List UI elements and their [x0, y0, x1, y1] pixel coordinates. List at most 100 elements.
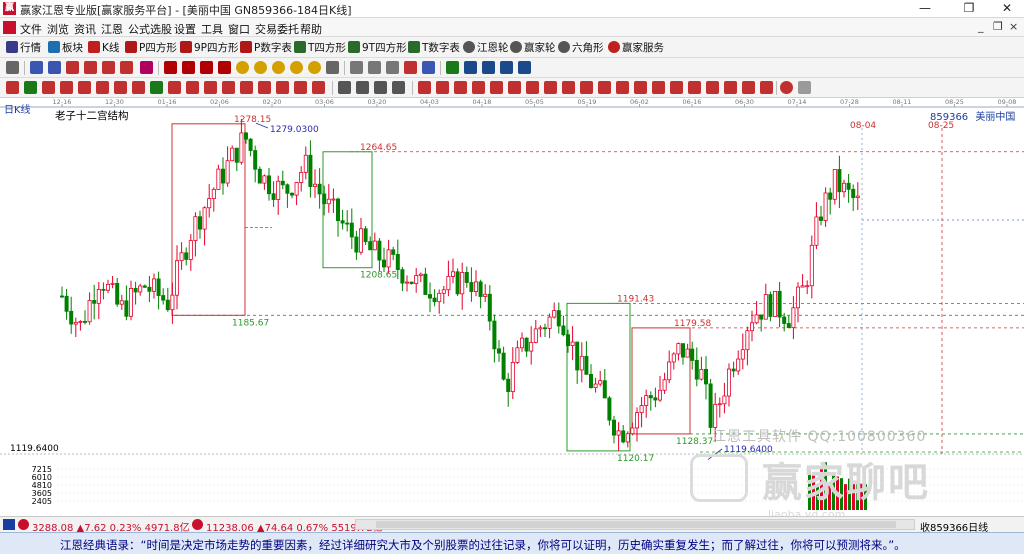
grid-tool-icon[interactable] [222, 81, 235, 94]
line-tool-icon[interactable] [6, 81, 19, 94]
candle-down-icon[interactable] [102, 61, 115, 74]
zoom-in-icon[interactable] [236, 61, 249, 74]
candle-up-icon[interactable] [84, 61, 97, 74]
diamond-icon[interactable] [272, 61, 285, 74]
record-icon[interactable] [780, 81, 793, 94]
time-icon[interactable] [276, 81, 289, 94]
menu-tools[interactable]: 工具 [201, 21, 223, 37]
menu-gann[interactable]: 江恩 [101, 21, 123, 37]
open-icon[interactable] [482, 61, 495, 74]
flag-icon[interactable] [140, 61, 153, 74]
prev-icon[interactable] [182, 61, 195, 74]
arrow-icon[interactable] [386, 61, 399, 74]
toolbar-p-square[interactable]: P四方形 [125, 40, 177, 55]
menu-formula-screening[interactable]: 公式选股 [128, 21, 172, 37]
ruler-icon[interactable] [392, 81, 405, 94]
kline-chart-panel[interactable]: 12-16 12-30 01-16 02-06 02-20 03-06 03-20 04-03… [0, 98, 1024, 521]
toolbar-hexagon[interactable]: 六角形 [558, 40, 604, 55]
toolbar-sectors[interactable]: 板块 [48, 40, 83, 55]
box-tool-icon[interactable] [652, 81, 665, 94]
speed-icon[interactable] [240, 81, 253, 94]
export-icon[interactable] [518, 61, 531, 74]
triangle-icon[interactable] [490, 81, 503, 94]
spiral-icon[interactable] [168, 81, 181, 94]
fan-icon[interactable] [78, 81, 91, 94]
toolbar-t-number-table[interactable]: T数字表 [408, 40, 460, 55]
menu-trade-order[interactable]: 交易委托 [255, 21, 299, 37]
angle-icon[interactable] [204, 81, 217, 94]
rewind-icon[interactable] [200, 61, 213, 74]
channel-icon[interactable] [60, 81, 73, 94]
gann-square-icon[interactable] [706, 81, 719, 94]
circle-icon[interactable] [508, 81, 521, 94]
menu-browse[interactable]: 浏览 [47, 21, 69, 37]
arc-icon[interactable] [96, 81, 109, 94]
rectangle-icon[interactable] [544, 81, 557, 94]
green-line-icon[interactable] [24, 81, 37, 94]
price-icon[interactable] [294, 81, 307, 94]
pitchfork-icon[interactable] [598, 81, 611, 94]
diamond-icon[interactable] [290, 61, 303, 74]
text-icon[interactable] [338, 81, 351, 94]
ray-icon[interactable] [42, 81, 55, 94]
left-arrow-icon[interactable] [454, 81, 467, 94]
toolbar-t-square[interactable]: T四方形 [294, 40, 346, 55]
parallel-icon[interactable] [580, 81, 593, 94]
layout-icon[interactable] [6, 61, 19, 74]
grid-icon[interactable] [326, 61, 339, 74]
toolbar-9p-square[interactable]: 9P四方形 [180, 40, 239, 55]
zoom-out-icon[interactable] [254, 61, 267, 74]
toolbar-winner-service[interactable]: 赢家服务 [608, 40, 664, 55]
down-arrow-icon[interactable] [436, 81, 449, 94]
restore-button[interactable]: ❐ [954, 0, 984, 18]
menu-window[interactable]: 窗口 [228, 21, 250, 37]
indicator-icon[interactable] [120, 61, 133, 74]
golden-icon[interactable] [114, 81, 127, 94]
time-zone-icon[interactable] [760, 81, 773, 94]
gift-icon[interactable] [404, 61, 417, 74]
fib-icon[interactable] [742, 81, 755, 94]
mdi-restore-button[interactable]: ❐ [993, 20, 1003, 33]
ellipse-icon[interactable] [526, 81, 539, 94]
crosshair-icon[interactable] [368, 61, 381, 74]
floppy-icon[interactable] [464, 61, 477, 74]
up-arrow-icon[interactable] [418, 81, 431, 94]
first-icon[interactable] [164, 61, 177, 74]
toolbar-kline[interactable]: K线 [88, 40, 119, 55]
diamond-icon[interactable] [308, 61, 321, 74]
eraser-icon[interactable] [356, 81, 369, 94]
box-icon[interactable] [150, 81, 163, 94]
mail-icon[interactable] [422, 61, 435, 74]
horizontal-scrollbar[interactable] [355, 519, 915, 530]
chart-style-icon[interactable] [30, 61, 43, 74]
forward-icon[interactable] [218, 61, 231, 74]
scrollbar-thumb[interactable] [376, 521, 896, 528]
mdi-close-button[interactable]: × [1009, 20, 1018, 33]
hand-icon[interactable] [350, 61, 363, 74]
close-button[interactable]: ✕ [992, 0, 1022, 18]
mdi-minimize-button[interactable]: _ [978, 20, 984, 33]
gann-grid-icon[interactable] [724, 81, 737, 94]
square-icon[interactable] [258, 81, 271, 94]
infinity-icon[interactable] [798, 81, 811, 94]
cycle-icon[interactable] [132, 81, 145, 94]
toolbar-quotes[interactable]: 行情 [6, 40, 41, 55]
menu-settings[interactable]: 设置 [174, 21, 196, 37]
lock-icon[interactable] [374, 81, 387, 94]
wave-icon[interactable] [186, 81, 199, 94]
mark-icon[interactable] [312, 81, 325, 94]
print-icon[interactable] [500, 61, 513, 74]
toolbar-p-number-table[interactable]: P数字表 [240, 40, 292, 55]
polygon-icon[interactable] [562, 81, 575, 94]
right-arrow-icon[interactable] [472, 81, 485, 94]
toolbar-gann-wheel[interactable]: 江恩轮 [463, 40, 509, 55]
regression-icon[interactable] [616, 81, 629, 94]
gann-fan-icon[interactable] [688, 81, 701, 94]
minimize-button[interactable]: — [910, 0, 940, 18]
envelope-icon[interactable] [634, 81, 647, 94]
toolbar-9t-square[interactable]: 9T四方形 [348, 40, 407, 55]
gann-box-icon[interactable] [670, 81, 683, 94]
grid-icon[interactable] [3, 519, 15, 530]
menu-info[interactable]: 资讯 [74, 21, 96, 37]
menu-file[interactable]: 文件 [20, 21, 42, 37]
